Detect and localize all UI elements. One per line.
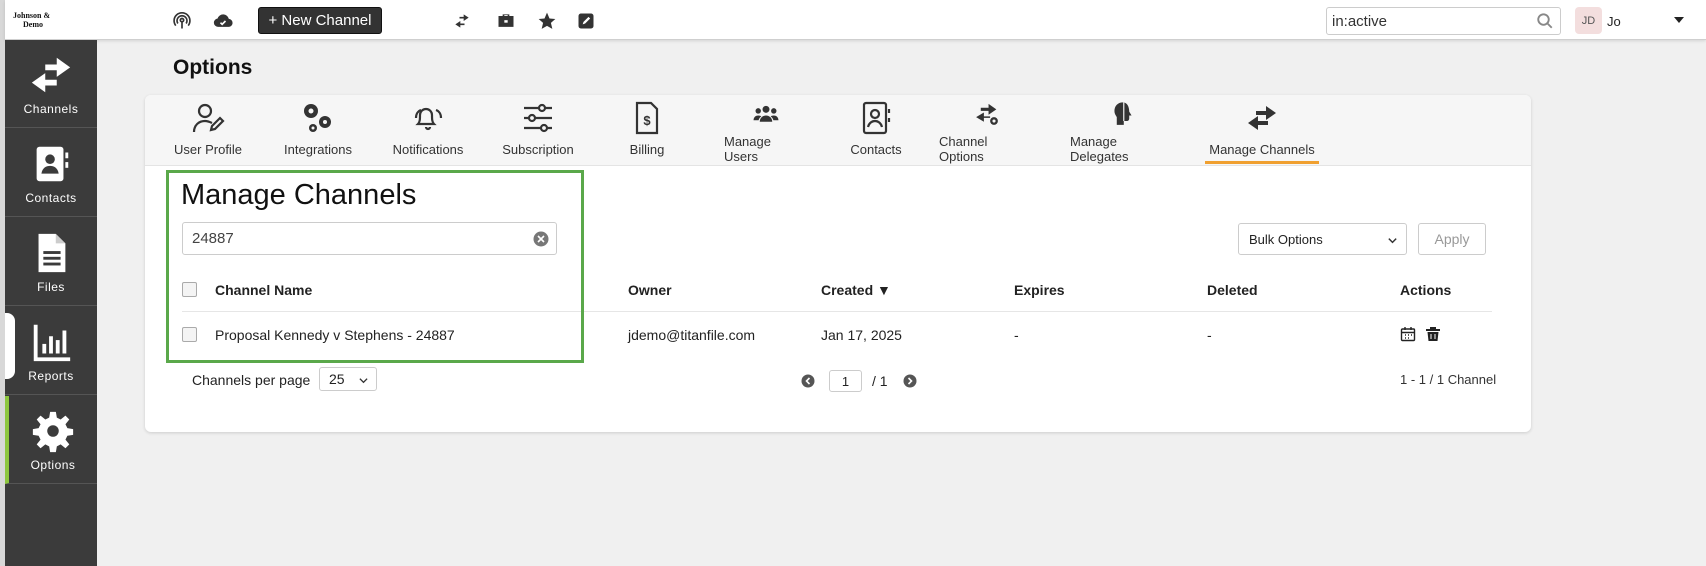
bulk-options-select[interactable]: Bulk Options bbox=[1238, 223, 1407, 255]
sidebar-item-reports[interactable]: Reports bbox=[5, 307, 97, 395]
tab-manage-channels[interactable]: Manage Channels bbox=[1205, 100, 1319, 164]
podcast-icon[interactable] bbox=[171, 10, 193, 32]
bells-icon bbox=[414, 107, 443, 131]
per-page-label: Channels per page bbox=[192, 372, 311, 388]
select-all-checkbox[interactable] bbox=[182, 282, 197, 297]
channel-name-link[interactable]: Proposal Kennedy v Stephens - 24887 bbox=[215, 327, 455, 343]
gears-icon bbox=[304, 104, 331, 132]
column-created[interactable]: Created ▼ bbox=[821, 282, 891, 298]
result-range: 1 - 1 / 1 Channel bbox=[1400, 372, 1497, 387]
contact-book-icon bbox=[36, 146, 69, 181]
page-number-input[interactable]: 1 bbox=[829, 370, 862, 392]
channel-filter-input[interactable] bbox=[183, 223, 523, 254]
user-name[interactable]: Jo bbox=[1607, 14, 1621, 29]
sidebar-item-options[interactable]: Options bbox=[5, 396, 97, 484]
svg-text:$: $ bbox=[643, 113, 651, 128]
row-checkbox[interactable] bbox=[182, 327, 197, 342]
tab-billing[interactable]: $ Billing bbox=[627, 100, 667, 164]
created-cell: Jan 17, 2025 bbox=[821, 327, 902, 343]
top-bar: Johnson & Demo + New Channel JD Jo bbox=[5, 0, 1706, 40]
expires-cell: - bbox=[1014, 327, 1019, 343]
page-total: / 1 bbox=[872, 373, 888, 389]
sliders-icon bbox=[524, 103, 552, 133]
gear-icon bbox=[32, 411, 74, 452]
tab-subscription[interactable]: Subscription bbox=[501, 100, 575, 164]
sidebar-item-channels[interactable]: Channels bbox=[5, 40, 97, 128]
edit-icon[interactable] bbox=[575, 10, 597, 32]
company-logo[interactable]: Johnson & Demo bbox=[13, 11, 73, 29]
new-channel-button[interactable]: + New Channel bbox=[258, 7, 382, 34]
channel-filter[interactable] bbox=[182, 222, 557, 255]
column-channel-name[interactable]: Channel Name bbox=[215, 282, 312, 298]
invoice-icon: $ bbox=[635, 101, 659, 135]
head-profile-icon bbox=[1114, 102, 1132, 125]
column-actions: Actions bbox=[1400, 282, 1452, 298]
column-deleted[interactable]: Deleted bbox=[1207, 282, 1258, 298]
tab-notifications[interactable]: Notifications bbox=[391, 100, 465, 164]
toolbox-icon[interactable] bbox=[495, 10, 517, 32]
next-page-icon[interactable] bbox=[903, 374, 917, 388]
column-owner[interactable]: Owner bbox=[628, 282, 672, 298]
search-icon[interactable] bbox=[1536, 12, 1554, 30]
sidebar-item-contacts[interactable]: Contacts bbox=[5, 129, 97, 217]
tab-contacts[interactable]: Contacts bbox=[849, 100, 903, 164]
sidebar: Channels Contacts Files Reports Options bbox=[5, 40, 97, 566]
tab-manage-delegates[interactable]: Manage Delegates bbox=[1070, 100, 1176, 164]
tab-channel-options[interactable]: Channel Options bbox=[939, 100, 1035, 164]
clear-icon[interactable] bbox=[533, 231, 549, 247]
tab-user-profile[interactable]: User Profile bbox=[172, 100, 244, 164]
chevron-down-icon bbox=[359, 378, 368, 384]
arrows-gear-icon bbox=[976, 103, 998, 125]
tab-integrations[interactable]: Integrations bbox=[282, 100, 354, 164]
avatar[interactable]: JD bbox=[1575, 7, 1602, 34]
star-icon[interactable] bbox=[536, 10, 558, 32]
global-search[interactable] bbox=[1326, 7, 1561, 35]
prev-page-icon[interactable] bbox=[801, 374, 815, 388]
bar-chart-icon bbox=[33, 324, 71, 361]
arrows-exchange-icon[interactable] bbox=[451, 10, 473, 32]
user-edit-icon bbox=[192, 103, 225, 133]
trash-icon[interactable] bbox=[1425, 326, 1441, 342]
chevron-down-icon bbox=[1388, 238, 1397, 244]
apply-button[interactable]: Apply bbox=[1418, 223, 1486, 255]
users-icon bbox=[753, 105, 779, 122]
cloud-check-icon[interactable] bbox=[212, 10, 234, 32]
header-divider bbox=[182, 311, 1492, 312]
deleted-cell: - bbox=[1207, 327, 1212, 343]
tab-manage-users[interactable]: Manage Users bbox=[724, 100, 808, 164]
file-icon bbox=[38, 233, 66, 272]
sidebar-collapse-handle[interactable] bbox=[5, 313, 15, 379]
contact-card-icon bbox=[862, 101, 891, 135]
owner-cell: jdemo@titanfile.com bbox=[628, 327, 756, 343]
column-expires[interactable]: Expires bbox=[1014, 282, 1065, 298]
sidebar-item-files[interactable]: Files bbox=[5, 218, 97, 306]
page-title: Options bbox=[173, 56, 253, 79]
arrows-exchange-icon bbox=[31, 57, 71, 92]
caret-down-icon[interactable] bbox=[1673, 14, 1685, 26]
arrows-exchange-icon bbox=[1248, 106, 1276, 130]
manage-channels-title: Manage Channels bbox=[181, 179, 417, 211]
per-page-select[interactable]: 25 bbox=[319, 367, 377, 391]
search-input[interactable] bbox=[1327, 8, 1527, 34]
calendar-icon[interactable] bbox=[1400, 326, 1416, 342]
